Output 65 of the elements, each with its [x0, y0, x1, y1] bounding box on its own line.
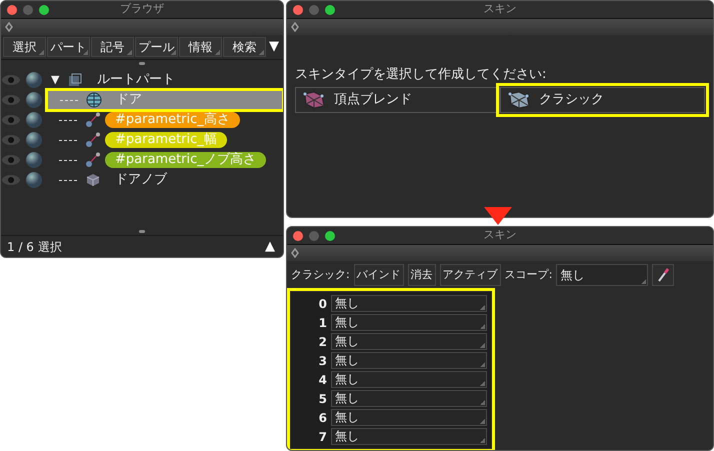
menu-button[interactable]: ▼ [267, 37, 281, 57]
sphere-icon[interactable] [25, 91, 43, 109]
window-title: スキン [484, 2, 516, 16]
brush-icon [656, 266, 670, 283]
toolbar-button[interactable]: 消去 [408, 264, 436, 286]
slot-dropdown[interactable]: 無し [331, 428, 487, 445]
tree-item[interactable]: ドアノブ [105, 172, 177, 188]
close-button[interactable] [293, 230, 303, 240]
prompt-text: スキンタイプを選択して作成してください: [295, 66, 548, 84]
mode-label: クラシック: [291, 266, 350, 283]
slot-index: 1 [318, 314, 328, 332]
expand-toggle[interactable]: ▼ [51, 72, 63, 88]
tab[interactable]: 検索 [223, 37, 266, 57]
brush-button[interactable] [652, 264, 674, 286]
zoom-button[interactable] [325, 4, 335, 14]
diamond-icon[interactable] [291, 248, 299, 258]
wand-icon [85, 152, 101, 168]
slot-index: 0 [318, 296, 328, 312]
status-text: 1 / 6 選択 [7, 238, 62, 256]
diamond-icon[interactable] [291, 22, 299, 32]
close-button[interactable] [293, 4, 303, 14]
slot-dropdown[interactable]: 無し [331, 371, 487, 388]
tab[interactable]: プール [135, 37, 178, 57]
slot-dropdown[interactable]: 無し [331, 352, 487, 369]
slot-index: 6 [318, 410, 328, 426]
slot-index: 2 [318, 334, 328, 350]
sphere-icon[interactable] [25, 151, 43, 169]
tab[interactable]: 選択 [3, 37, 46, 57]
slot-index: 7 [318, 428, 328, 446]
slot-index: 3 [318, 352, 328, 370]
wand-icon [85, 132, 101, 148]
resize-handle[interactable] [139, 62, 145, 65]
close-button[interactable] [7, 4, 17, 14]
zoom-button[interactable] [39, 4, 49, 14]
zoom-button[interactable] [325, 230, 335, 240]
up-button[interactable]: ▲ [263, 236, 277, 256]
slot-dropdown[interactable]: 無し [331, 295, 487, 312]
slot-index: 5 [318, 390, 328, 408]
tab[interactable]: 情報 [179, 37, 222, 57]
globe-icon [86, 92, 102, 108]
slot-dropdown[interactable]: 無し [331, 390, 487, 407]
toolbar-button[interactable]: アクティブ [440, 264, 501, 286]
tab[interactable]: 記号 [91, 37, 134, 57]
scope-label: スコープ: [504, 266, 552, 283]
tab[interactable]: パート [47, 37, 90, 57]
scope-dropdown[interactable]: 無し [556, 264, 648, 286]
slot-dropdown[interactable]: 無し [331, 333, 487, 350]
resize-handle[interactable] [139, 230, 145, 233]
sphere-icon[interactable] [25, 171, 43, 189]
slot-dropdown[interactable]: 無し [331, 314, 487, 331]
cube-icon [85, 172, 101, 188]
slot-dropdown[interactable]: 無し [331, 409, 487, 426]
sphere-icon[interactable] [25, 111, 43, 129]
window-title: スキン [484, 228, 516, 242]
sphere-icon[interactable] [25, 71, 43, 89]
tree-item[interactable]: ルートパート [87, 72, 185, 88]
down-arrow-icon [483, 206, 513, 226]
skin-type-option[interactable]: 頂点ブレンド [295, 86, 500, 112]
toolbar-button[interactable]: バインド [354, 264, 404, 286]
window-title: ブラウザ [120, 2, 164, 16]
sphere-icon[interactable] [25, 131, 43, 149]
part-icon [67, 72, 83, 88]
wand-icon [85, 112, 101, 128]
diamond-icon[interactable] [5, 22, 13, 32]
slot-index: 4 [318, 372, 328, 388]
